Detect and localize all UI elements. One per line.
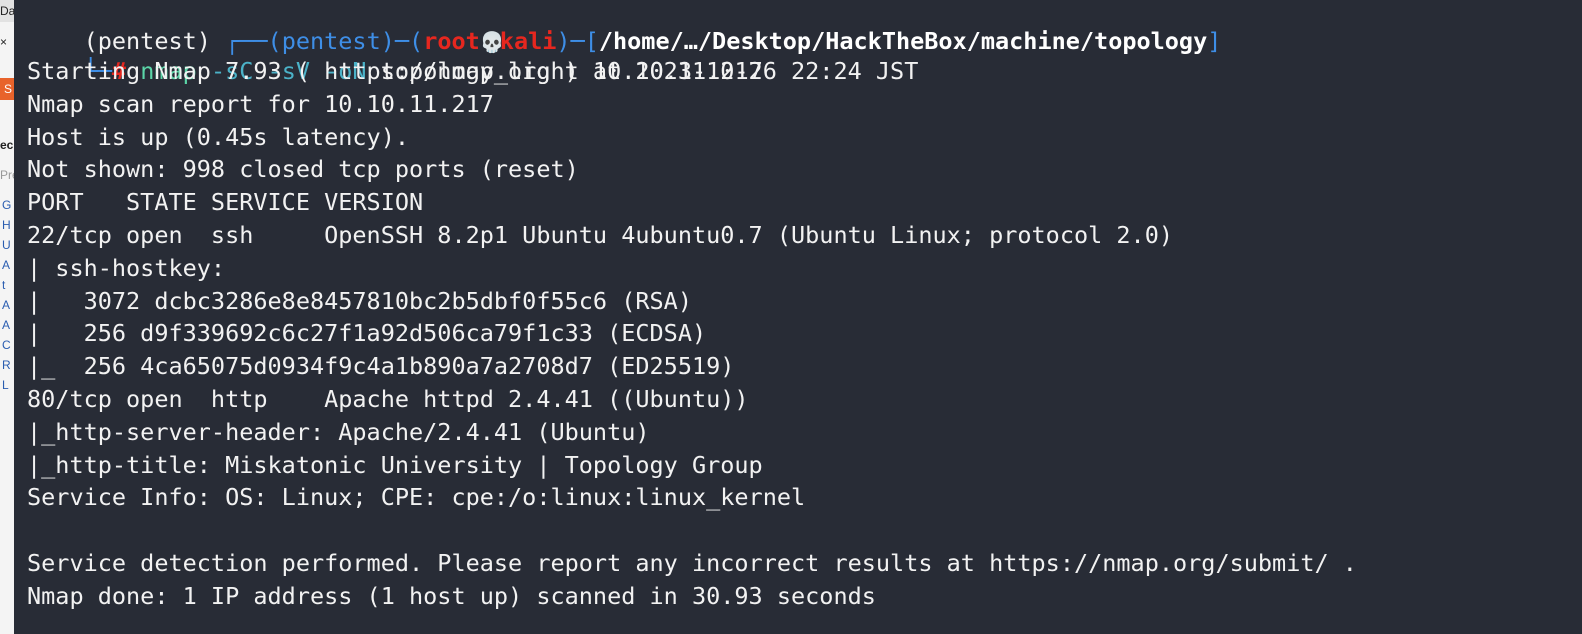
output-line: Service Info: OS: Linux; CPE: cpe:/o:lin… [27,483,806,512]
background-section-heading: ec [0,138,14,152]
background-link[interactable]: G [2,198,11,212]
output-line: Host is up (0.45s latency). [27,122,410,151]
output-line: PORT STATE SERVICE VERSION [27,188,424,217]
output-line: | 256 d9f339692c6c27f1a92d506ca79f1c33 (… [27,319,707,348]
background-browser-window: Das × S ec Pre GHUAtAACRL [0,0,14,634]
background-orange-button[interactable]: S [0,78,14,100]
background-link[interactable]: A [2,298,10,312]
output-line: Starting Nmap 7.93 ( https://nmap.org ) … [27,57,919,85]
output-line: Not shown: 998 closed tcp ports (reset) [27,155,579,184]
background-link[interactable]: A [2,318,10,332]
background-link[interactable]: H [2,218,11,232]
output-line: 22/tcp open ssh OpenSSH 8.2p1 Ubuntu 4ub… [27,221,1174,249]
output-line: Nmap done: 1 IP address (1 host up) scan… [27,581,876,610]
output-line: Service detection performed. Please repo… [27,549,1357,577]
output-line: Nmap scan report for 10.10.11.217 [27,89,494,118]
background-link[interactable]: R [2,358,11,372]
output-line: |_ 256 4ca65075d0934f9c4a1b890a7a2708d7 … [27,352,735,381]
prompt-close-bracket: ] [1207,27,1222,55]
output-line: |_http-server-header: Apache/2.4.41 (Ubu… [27,417,650,446]
background-link[interactable]: A [2,258,10,272]
background-close-icon[interactable]: × [0,34,14,50]
output-line: |_http-title: Miskatonic University | To… [27,450,763,479]
background-pre-label: Pre [0,168,14,182]
background-link[interactable]: C [2,338,11,352]
background-link[interactable]: t [2,278,5,292]
output-line: | ssh-hostkey: [27,253,240,282]
terminal-window[interactable]: (pentest) ┌──(pentest)─(root💀kali)─[/hom… [14,0,1582,634]
prompt-command-line: └─# nmap -sC -sV -oN topology_light 10.1… [27,22,763,85]
background-link[interactable]: U [2,238,11,252]
background-tab-fragment[interactable]: Das [0,0,14,22]
output-line: | 3072 dcbc3286e8e8457810bc2b5dbf0f55c6 … [27,286,692,315]
output-line: 80/tcp open http Apache httpd 2.4.41 ((U… [27,385,749,413]
background-link[interactable]: L [2,378,9,392]
